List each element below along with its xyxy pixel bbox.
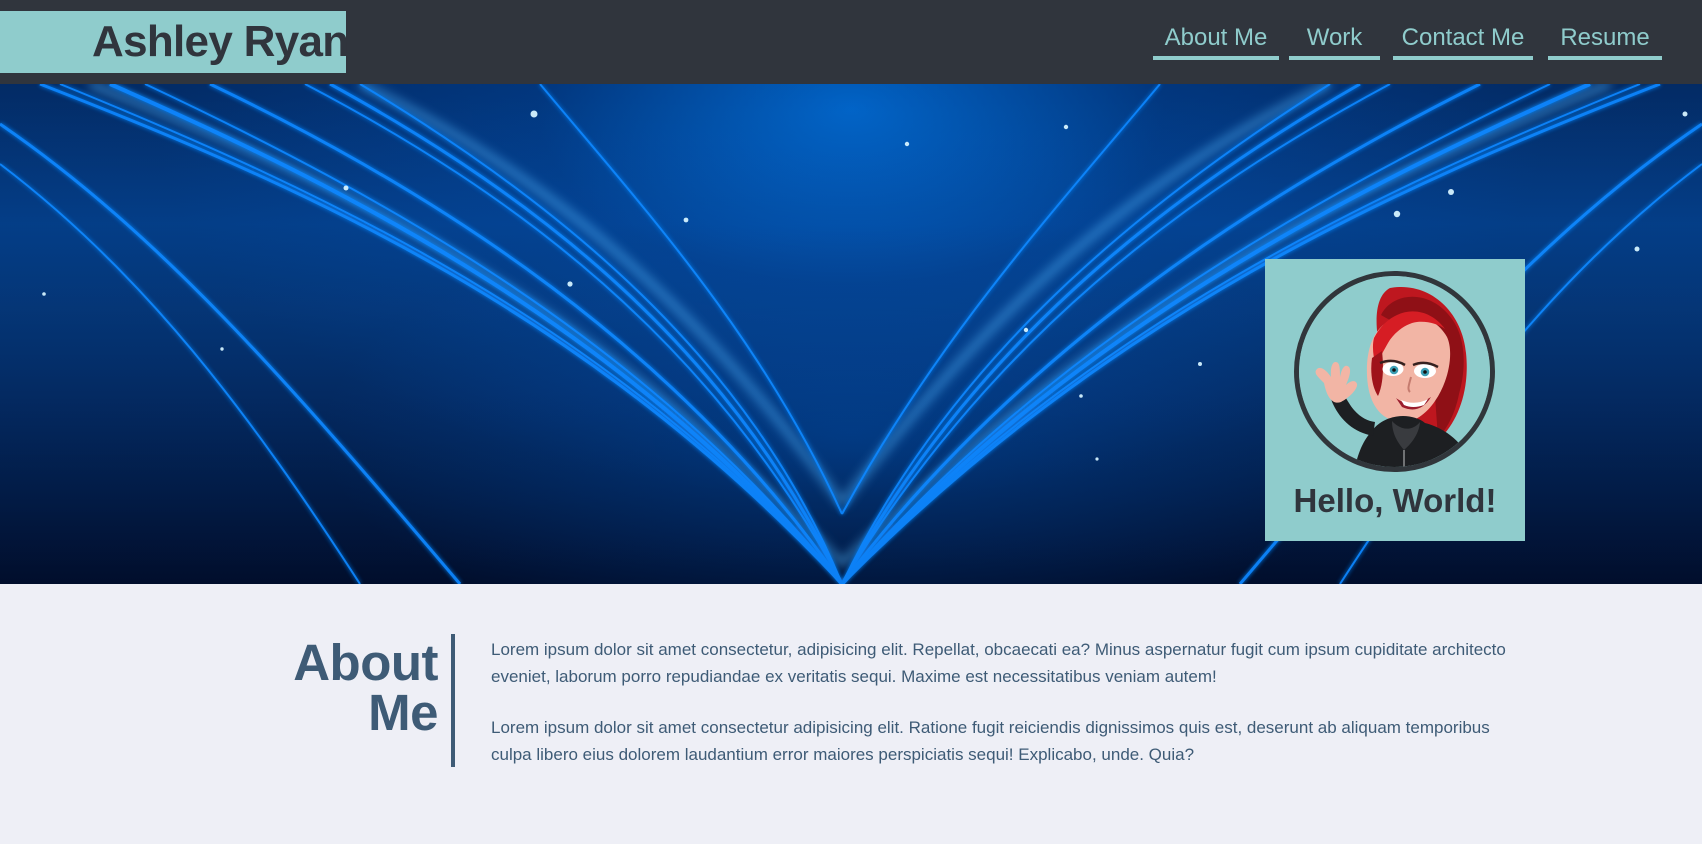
about-heading-line-2: Me	[368, 683, 438, 741]
page: Ashley Ryan About Me Work Contact Me Res…	[0, 0, 1702, 844]
avatar-icon	[1299, 276, 1490, 467]
about-paragraph-1: Lorem ipsum dolor sit amet consectetur, …	[491, 640, 1506, 686]
about-divider	[451, 634, 455, 767]
nav-about-me[interactable]: About Me	[1153, 20, 1279, 60]
hello-world-card: Hello, World!	[1265, 259, 1525, 541]
nav-work[interactable]: Work	[1289, 20, 1380, 60]
nav-contact-me[interactable]: Contact Me	[1393, 20, 1533, 60]
about-paragraph-2: Lorem ipsum dolor sit amet consectetur a…	[491, 718, 1490, 764]
about-heading-line-1: About	[293, 634, 438, 691]
avatar-icon	[1294, 271, 1495, 472]
main-navigation: About Me Work Contact Me Resume	[0, 0, 1702, 84]
about-me-heading: About Me	[272, 634, 438, 741]
about-me-copy: Lorem ipsum dolor sit amet consectetur, …	[491, 636, 1532, 792]
nav-resume[interactable]: Resume	[1548, 20, 1662, 60]
about-me-section: About Me Lorem ipsum dolor sit amet cons…	[0, 584, 1702, 844]
site-header: Ashley Ryan About Me Work Contact Me Res…	[0, 0, 1702, 84]
hello-world-text: Hello, World!	[1293, 482, 1497, 519]
